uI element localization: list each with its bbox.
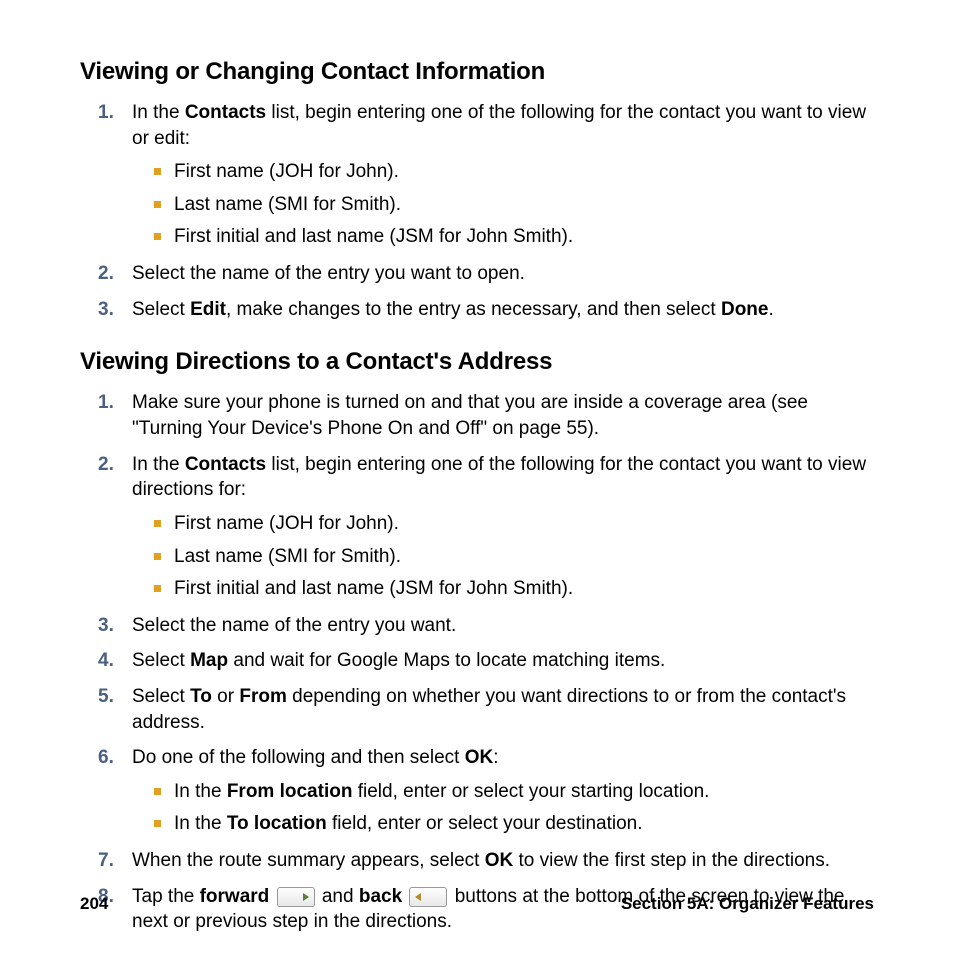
step-number: 5. xyxy=(98,684,114,710)
bullet-item: Last name (SMI for Smith). xyxy=(154,544,874,571)
page-number: 204 xyxy=(80,894,108,914)
step-number: 1. xyxy=(98,100,114,126)
step-text: Select the name of the entry you want to… xyxy=(132,263,525,284)
list-item: 3. Select Edit, make changes to the entr… xyxy=(98,297,874,323)
section-label: Section 5A: Organizer Features xyxy=(621,894,874,914)
section2-steps: 1. Make sure your phone is turned on and… xyxy=(98,390,874,935)
step-text: Make sure your phone is turned on and th… xyxy=(132,392,808,439)
step-text: When the route summary appears, select O… xyxy=(132,850,830,871)
step-text: In the Contacts list, begin entering one… xyxy=(132,454,866,501)
step-text: Select Edit, make changes to the entry a… xyxy=(132,299,774,320)
list-item: 6. Do one of the following and then sele… xyxy=(98,745,874,838)
bullet-icon xyxy=(154,788,161,795)
step-number: 7. xyxy=(98,848,114,874)
step-number: 4. xyxy=(98,648,114,674)
step-text: Select the name of the entry you want. xyxy=(132,615,456,636)
step-number: 2. xyxy=(98,261,114,287)
bullet-item: First initial and last name (JSM for Joh… xyxy=(154,576,874,603)
bullet-icon xyxy=(154,201,161,208)
heading-viewing-directions: Viewing Directions to a Contact's Addres… xyxy=(80,348,874,376)
step-number: 3. xyxy=(98,297,114,323)
step-text: Select Map and wait for Google Maps to l… xyxy=(132,650,665,671)
manual-page: Viewing or Changing Contact Information … xyxy=(0,0,954,954)
step-text: Do one of the following and then select … xyxy=(132,747,499,768)
bullet-item: First name (JOH for John). xyxy=(154,511,874,538)
step-text: In the Contacts list, begin entering one… xyxy=(132,102,866,149)
sub-bullets: First name (JOH for John). Last name (SM… xyxy=(154,511,874,603)
page-footer: 204 Section 5A: Organizer Features xyxy=(80,894,874,914)
step-number: 3. xyxy=(98,613,114,639)
section1-steps: 1. In the Contacts list, begin entering … xyxy=(98,100,874,322)
sub-bullets: In the From location field, enter or sel… xyxy=(154,779,874,838)
bullet-icon xyxy=(154,820,161,827)
bullet-icon xyxy=(154,168,161,175)
bullet-icon xyxy=(154,520,161,527)
bullet-icon xyxy=(154,553,161,560)
list-item: 7. When the route summary appears, selec… xyxy=(98,848,874,874)
step-number: 2. xyxy=(98,452,114,478)
step-text: Select To or From depending on whether y… xyxy=(132,686,846,733)
bullet-item: In the From location field, enter or sel… xyxy=(154,779,874,806)
bullet-icon xyxy=(154,233,161,240)
list-item: 1. In the Contacts list, begin entering … xyxy=(98,100,874,251)
list-item: 1. Make sure your phone is turned on and… xyxy=(98,390,874,441)
bullet-item: Last name (SMI for Smith). xyxy=(154,192,874,219)
bullet-icon xyxy=(154,585,161,592)
list-item: 5. Select To or From depending on whethe… xyxy=(98,684,874,735)
step-number: 6. xyxy=(98,745,114,771)
step-number: 1. xyxy=(98,390,114,416)
bullet-item: First initial and last name (JSM for Joh… xyxy=(154,224,874,251)
bullet-item: In the To location field, enter or selec… xyxy=(154,811,874,838)
sub-bullets: First name (JOH for John). Last name (SM… xyxy=(154,159,874,251)
list-item: 2. Select the name of the entry you want… xyxy=(98,261,874,287)
list-item: 3. Select the name of the entry you want… xyxy=(98,613,874,639)
list-item: 2. In the Contacts list, begin entering … xyxy=(98,452,874,603)
list-item: 4. Select Map and wait for Google Maps t… xyxy=(98,648,874,674)
bullet-item: First name (JOH for John). xyxy=(154,159,874,186)
heading-viewing-changing-contact-info: Viewing or Changing Contact Information xyxy=(80,58,874,86)
